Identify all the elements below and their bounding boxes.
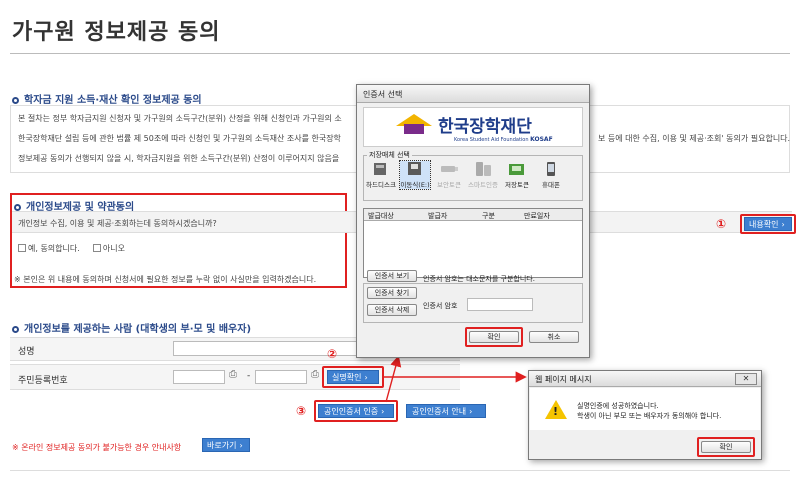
message-line1: 실명인증에 성공하였습니다. <box>577 402 659 410</box>
media-storage-token[interactable]: 저장토큰 <box>502 161 532 189</box>
message-line2: 학생이 아닌 부모 또는 배우자가 동의해야 합니다. <box>577 412 722 420</box>
keyboard-security-icon[interactable]: ⎙ <box>229 369 237 380</box>
column-type: 구분 <box>482 212 495 220</box>
cert-guide-button[interactable]: 공인인증서 안내 › <box>406 404 486 418</box>
agree-checkbox[interactable] <box>18 244 26 252</box>
name-label: 성명 <box>18 347 35 357</box>
section-bullet-icon <box>14 204 21 211</box>
web-message-dialog: 웹 페이지 메시지 ✕ ! 실명인증에 성공하였습니다. 학생이 아닌 부모 또… <box>528 370 762 460</box>
section-bullet-icon <box>12 326 19 333</box>
warning-mark: ! <box>553 405 559 418</box>
media-mobile-phone[interactable]: 휴대폰 <box>536 161 566 189</box>
chevron-right-icon: › <box>239 441 243 450</box>
cert-cancel-button[interactable]: 취소 <box>529 331 579 343</box>
media-removable-disk[interactable]: 이동식(E:) <box>399 160 431 190</box>
view-cert-button[interactable]: 인증서 보기 <box>367 270 417 282</box>
chevron-right-icon: › <box>781 220 785 229</box>
column-expiry: 만료일자 <box>524 212 550 220</box>
shortcut-button[interactable]: 바로가기 › <box>202 438 250 452</box>
message-ok-button[interactable]: 확인 <box>701 441 751 453</box>
delete-cert-button[interactable]: 인증서 삭제 <box>367 304 417 316</box>
column-issuer: 발급자 <box>428 212 448 220</box>
password-label: 인증서 암호 <box>423 302 458 310</box>
step2-marker: ② <box>327 347 338 361</box>
keyboard-security-icon[interactable]: ⎙ <box>311 369 319 380</box>
media-smart-cert[interactable]: 스마트인증 <box>468 161 498 189</box>
message-dialog-title: 웹 페이지 메시지 <box>535 375 592 384</box>
smart-cert-icon <box>476 162 491 176</box>
section3-title: 개인정보를 제공하는 사람 (대학생의 부·모 및 배우자) <box>12 320 251 335</box>
consent-question: 개인정보 수집, 이용 및 제공·조회하는데 동의하시겠습니까? <box>18 219 217 228</box>
detail-confirm-button[interactable]: 내용확인 › <box>744 217 792 231</box>
agree-label: 예, 동의합니다. <box>28 244 80 253</box>
media-security-token[interactable]: 보안토큰 <box>434 161 464 189</box>
cert-dialog-title: 인증서 선택 <box>363 90 403 99</box>
cert-password-input[interactable] <box>467 298 533 311</box>
chevron-right-icon: › <box>381 407 385 416</box>
section-bullet-icon <box>12 97 19 104</box>
find-cert-button[interactable]: 인증서 찾기 <box>367 287 417 299</box>
offline-notice: ※ 온라인 정보제공 동의가 불가능한 경우 안내사항 <box>12 443 182 452</box>
disagree-label: 아니오 <box>102 244 125 253</box>
rrn-separator: - <box>247 371 251 381</box>
bottom-divider <box>10 470 790 471</box>
step3-marker: ③ <box>296 404 307 418</box>
graduation-cap-base-icon <box>404 124 424 134</box>
chevron-right-icon: › <box>364 373 368 382</box>
kosaf-logo-subtext: Korea Student Aid Foundation KOSAF <box>454 136 553 143</box>
disagree-checkbox[interactable] <box>92 244 101 252</box>
consent-options: 예, 동의합니다. 아니오 <box>18 243 125 254</box>
column-subject: 발급대상 <box>368 212 394 220</box>
cert-list[interactable]: 발급대상 발급자 구분 만료일자 <box>363 208 583 278</box>
cert-ok-button[interactable]: 확인 <box>469 331 519 343</box>
chevron-right-icon: › <box>469 407 473 416</box>
kosaf-logo-banner: 한국장학재단 Korea Student Aid Foundation KOSA… <box>363 107 583 147</box>
section1-title: 학자금 지원 소득·재산 확인 정보제공 동의 <box>12 91 202 106</box>
cert-list-header: 발급대상 발급자 구분 만료일자 <box>364 209 582 221</box>
consent-notice: ※ 본인은 위 내용에 동의하며 신청서에 필요한 정보를 누락 없이 사실만을… <box>14 275 317 284</box>
page-title: 가구원 정보제공 동의 <box>12 20 221 45</box>
storage-token-icon <box>509 164 524 175</box>
cert-auth-button[interactable]: 공인인증서 인증 › <box>318 404 394 418</box>
mobile-phone-icon <box>547 162 555 176</box>
storage-group-label: 저장매체 선택 <box>367 150 412 160</box>
rrn-label: 주민등록번호 <box>18 376 68 386</box>
cert-dialog-titlebar: 인증서 선택 <box>357 85 589 103</box>
security-token-icon <box>441 166 458 172</box>
hard-disk-icon <box>374 163 386 175</box>
rrn-front-input[interactable] <box>173 370 225 384</box>
message-dialog-titlebar: 웹 페이지 메시지 <box>529 371 761 387</box>
removable-disk-icon <box>408 162 421 175</box>
step1-marker: ① <box>716 217 727 231</box>
title-divider <box>10 53 790 54</box>
cert-select-dialog: 인증서 선택 한국장학재단 Korea Student Aid Foundati… <box>356 84 590 358</box>
password-case-notice: 인증서 암호는 대소문자를 구분합니다. <box>423 275 535 283</box>
section1-line: 정보제공 동의가 선행되지 않을 시, 학자금지원을 위한 소득구간(분위) 산… <box>18 154 340 163</box>
section1-line: 본 절차는 정부 학자금지원 신청자 및 가구원의 소득구간(분위) 산정을 위… <box>18 114 342 123</box>
kosaf-logo-text: 한국장학재단 <box>438 117 532 137</box>
section1-line-tail: 보 등에 대한 수집, 이용 및 제공·조회' 동의가 필요합니다. <box>598 134 791 143</box>
message-close-icon[interactable]: ✕ <box>735 373 757 385</box>
rrn-back-input[interactable] <box>255 370 307 384</box>
section1-line: 한국장학재단 설립 등에 관한 법률 제 50조에 따라 신청인 및 가구원의 … <box>18 134 341 143</box>
media-hard-disk[interactable]: 하드디스크 <box>366 161 396 189</box>
verify-name-button[interactable]: 실명확인 › <box>327 370 379 384</box>
